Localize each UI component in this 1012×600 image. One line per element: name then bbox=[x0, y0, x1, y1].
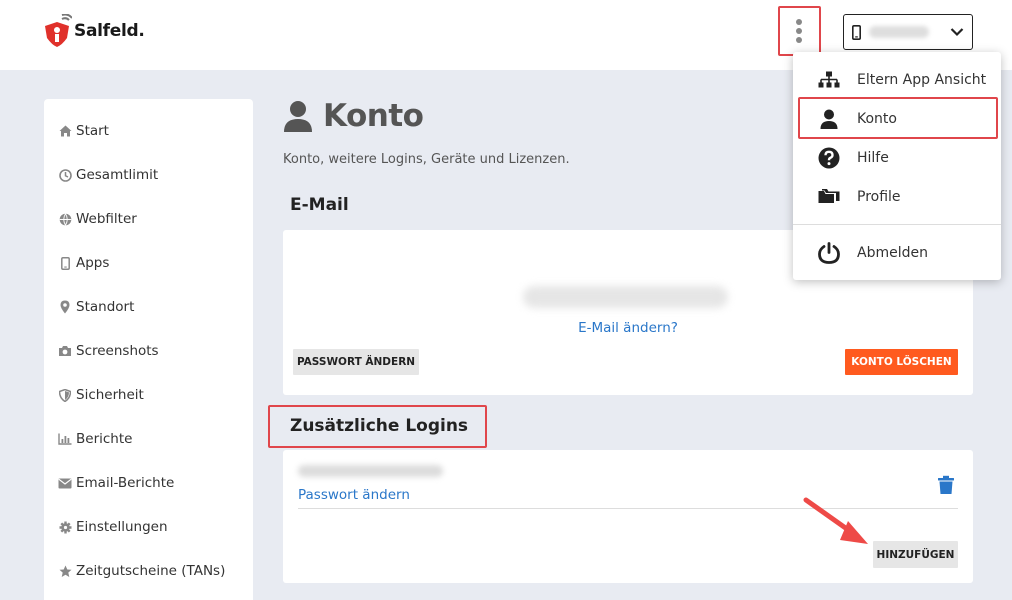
pointer-arrow-icon bbox=[800, 494, 872, 554]
change-password-button[interactable]: PASSWORT ÄNDERN bbox=[293, 349, 419, 375]
bar-chart-icon bbox=[58, 432, 72, 446]
phone-icon bbox=[58, 256, 72, 270]
sidebar-item-einstellungen[interactable]: Einstellungen bbox=[58, 517, 168, 537]
sidebar-item-start[interactable]: Start bbox=[58, 121, 109, 141]
clock-icon bbox=[58, 168, 72, 182]
question-circle-icon bbox=[817, 146, 841, 170]
add-login-button[interactable]: HINZUFÜGEN bbox=[873, 541, 958, 568]
menu-item-profile[interactable]: Profile bbox=[793, 179, 1001, 215]
envelope-icon bbox=[58, 476, 72, 490]
logins-section-title: Zusätzliche Logins bbox=[290, 416, 469, 436]
page-title: Konto bbox=[323, 98, 424, 134]
account-dropdown-menu: Eltern App Ansicht Konto Hilfe Profile A… bbox=[793, 52, 1001, 280]
sitemap-icon bbox=[817, 68, 841, 92]
page-title-row: Konto bbox=[283, 98, 424, 134]
folders-icon bbox=[817, 185, 841, 209]
menu-item-hilfe[interactable]: Hilfe bbox=[793, 140, 1001, 176]
sidebar-item-zeitgutscheine[interactable]: Zeitgutscheine (TANs) bbox=[58, 561, 225, 581]
sidebar-item-apps[interactable]: Apps bbox=[58, 253, 109, 273]
gear-icon bbox=[58, 520, 72, 534]
logo-text: Salfeld. bbox=[74, 21, 145, 41]
camera-icon bbox=[58, 344, 72, 358]
sidebar-item-sicherheit[interactable]: Sicherheit bbox=[58, 385, 144, 405]
phone-icon bbox=[852, 24, 861, 40]
home-icon bbox=[58, 124, 72, 138]
user-icon bbox=[817, 107, 841, 131]
menu-item-abmelden[interactable]: Abmelden bbox=[793, 235, 1001, 271]
globe-icon bbox=[58, 212, 72, 226]
device-select[interactable] bbox=[843, 14, 973, 50]
sidebar-item-webfilter[interactable]: Webfilter bbox=[58, 209, 137, 229]
shield-icon bbox=[58, 388, 72, 402]
login-change-password-link[interactable]: Passwort ändern bbox=[298, 487, 410, 503]
more-menu-button[interactable] bbox=[778, 7, 820, 55]
device-name-redacted bbox=[869, 26, 929, 38]
change-email-link[interactable]: E-Mail ändern? bbox=[283, 320, 973, 336]
email-section-title: E-Mail bbox=[290, 195, 349, 215]
sidebar-item-email-berichte[interactable]: Email-Berichte bbox=[58, 473, 174, 493]
user-icon bbox=[284, 101, 312, 132]
delete-account-button[interactable]: KONTO LÖSCHEN bbox=[845, 349, 958, 375]
kebab-dot-icon bbox=[796, 37, 802, 43]
email-address-redacted bbox=[523, 286, 728, 308]
trash-icon[interactable] bbox=[937, 475, 955, 499]
sidebar-item-screenshots[interactable]: Screenshots bbox=[58, 341, 159, 361]
sidebar-item-gesamtlimit[interactable]: Gesamtlimit bbox=[58, 165, 158, 185]
menu-item-konto[interactable]: Konto bbox=[793, 101, 1001, 137]
chevron-down-icon bbox=[950, 28, 964, 37]
logo-shield-icon bbox=[45, 14, 72, 47]
sidebar-item-berichte[interactable]: Berichte bbox=[58, 429, 132, 449]
menu-divider bbox=[793, 224, 1001, 225]
sidebar-item-standort[interactable]: Standort bbox=[58, 297, 134, 317]
salfeld-logo[interactable]: Salfeld. bbox=[42, 14, 145, 48]
power-icon bbox=[817, 241, 841, 265]
login-email-redacted bbox=[298, 465, 443, 477]
kebab-dot-icon bbox=[796, 28, 802, 34]
kebab-dot-icon bbox=[796, 19, 802, 25]
menu-item-eltern-app-ansicht[interactable]: Eltern App Ansicht bbox=[793, 62, 1001, 98]
sidebar: Start Gesamtlimit Webfilter Apps Standor… bbox=[44, 99, 253, 600]
map-pin-icon bbox=[58, 300, 72, 314]
star-icon bbox=[58, 564, 72, 578]
page-subtitle: Konto, weitere Logins, Geräte und Lizenz… bbox=[283, 152, 570, 167]
